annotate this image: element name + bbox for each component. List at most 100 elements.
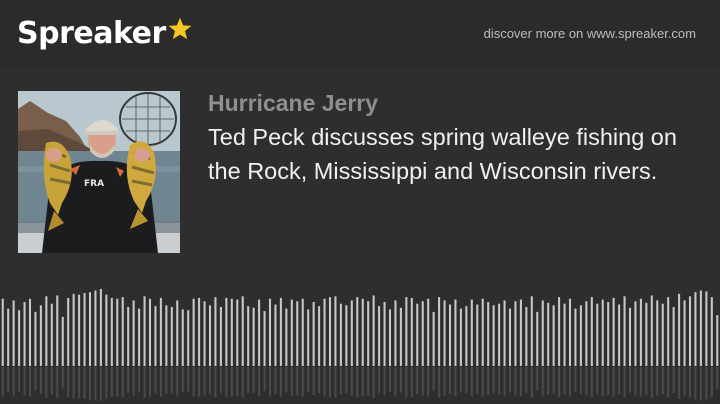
audio-waveform[interactable] (0, 284, 720, 404)
waveform-bar (61, 316, 64, 366)
waveform-bar (339, 303, 342, 366)
waveform-bar (105, 294, 108, 366)
waveform-bar (628, 307, 632, 366)
waveform-bar-reflection (301, 367, 304, 397)
waveform-bar (94, 290, 97, 366)
waveform-bar-reflection (705, 367, 708, 400)
waveform-bar (596, 303, 599, 366)
waveform-bar (585, 301, 588, 366)
logo-wordmark: Spreaker (17, 16, 166, 51)
waveform-bar-reflection (192, 367, 195, 397)
waveform-bar (323, 298, 326, 366)
waveform-bar-reflection (214, 367, 217, 398)
waveform-bar-reflection (34, 367, 37, 391)
waveform-bar-reflection (39, 367, 42, 394)
waveform-bar (530, 296, 533, 366)
waveform-bar (296, 301, 299, 366)
waveform-bar-reflection (334, 367, 337, 398)
waveform-bar-reflection (121, 367, 124, 398)
waveform-bar-reflection (279, 367, 282, 397)
waveform-bar-reflection (421, 367, 424, 396)
waveform-bar (307, 309, 310, 366)
waveform-bar (667, 297, 670, 366)
waveform-bar-reflection (132, 367, 135, 396)
waveform-bar (367, 301, 370, 366)
waveform-bar (208, 305, 212, 366)
spreaker-logo[interactable]: Spreaker (17, 12, 193, 56)
waveform-bar (508, 308, 512, 366)
waveform-bar (443, 300, 446, 366)
spreaker-embed: Spreaker discover more on www.spreaker.c… (0, 0, 720, 404)
waveform-bar-reflection (50, 367, 53, 395)
waveform-bar-reflection (552, 367, 555, 394)
waveform-bar-reflection (372, 367, 375, 398)
waveform-bar-reflection (67, 367, 70, 397)
waveform-bar-reflection (345, 367, 348, 394)
waveform-bar (318, 306, 321, 366)
waveform-bar (279, 297, 282, 366)
waveform-bar-reflection (481, 367, 484, 397)
waveform-bar (301, 298, 304, 366)
waveform-bar (258, 299, 261, 366)
waveform-bar-reflection (45, 367, 48, 398)
waveform-bar (274, 304, 277, 366)
waveform-bar-reflection (683, 367, 686, 396)
waveform-bar-reflection (165, 367, 168, 394)
waveform-bar-reflection (607, 367, 610, 396)
waveform-bar (56, 295, 59, 366)
waveform-bar (699, 290, 702, 366)
waveform-bar (356, 297, 359, 366)
waveform-bar-reflection (18, 367, 21, 392)
waveform-bar (459, 308, 462, 366)
waveform-bar (23, 302, 26, 366)
waveform-bar-reflection (198, 367, 201, 397)
waveform-bar (187, 310, 190, 366)
waveform-bar (312, 302, 315, 366)
waveform-bar (634, 301, 637, 366)
waveform-bar (219, 306, 222, 366)
waveform-bar (230, 298, 233, 366)
waveform-bar (476, 304, 479, 366)
waveform-bar (454, 299, 457, 366)
waveform-bar (110, 297, 113, 366)
waveform-bar-reflection (296, 367, 299, 396)
waveform-bar-reflection (350, 367, 353, 396)
waveform-bar-reflection (203, 367, 206, 396)
waveform-bar (498, 303, 501, 366)
waveform-bar (143, 296, 146, 366)
waveform-bar-reflection (176, 367, 179, 396)
svg-text:FRA: FRA (84, 179, 104, 189)
waveform-bar (590, 297, 593, 366)
waveform-bar (694, 292, 697, 366)
waveform-bar-reflection (230, 367, 233, 397)
discover-link[interactable]: discover more on www.spreaker.com (484, 26, 696, 41)
waveform-bar-reflection (694, 367, 697, 400)
waveform-bar (683, 300, 686, 366)
waveform-bar-reflection (716, 367, 719, 390)
waveform-bar-reflection (519, 367, 522, 397)
waveform-bar (72, 293, 75, 366)
waveform-bar (7, 308, 10, 366)
header-bar: Spreaker discover more on www.spreaker.c… (0, 0, 720, 68)
waveform-bar-reflection (443, 367, 446, 396)
waveform-bar (503, 300, 506, 366)
waveform-bar-reflection (252, 367, 255, 393)
waveform-bar (45, 296, 48, 366)
waveform-bar (361, 298, 364, 366)
waveform-bar-reflection (498, 367, 501, 395)
waveform-bar (285, 308, 288, 366)
waveform-bar-reflection (699, 367, 702, 401)
waveform-bar-reflection (154, 367, 157, 394)
waveform-bar (181, 309, 184, 366)
waveform-bar (268, 298, 272, 366)
waveform-bar-reflection (667, 367, 670, 398)
waveform-bar-reflection (127, 367, 130, 393)
waveform-bar-reflection (492, 367, 495, 394)
waveform-bar-reflection (487, 367, 490, 396)
waveform-bar-reflection (508, 367, 512, 393)
episode-title: Ted Peck discusses spring walleye fishin… (208, 124, 677, 184)
waveform-bar-reflection (318, 367, 321, 394)
waveform-bar (525, 306, 528, 366)
episode-author[interactable]: Hurricane Jerry (208, 90, 378, 117)
waveform-bar (127, 306, 130, 366)
